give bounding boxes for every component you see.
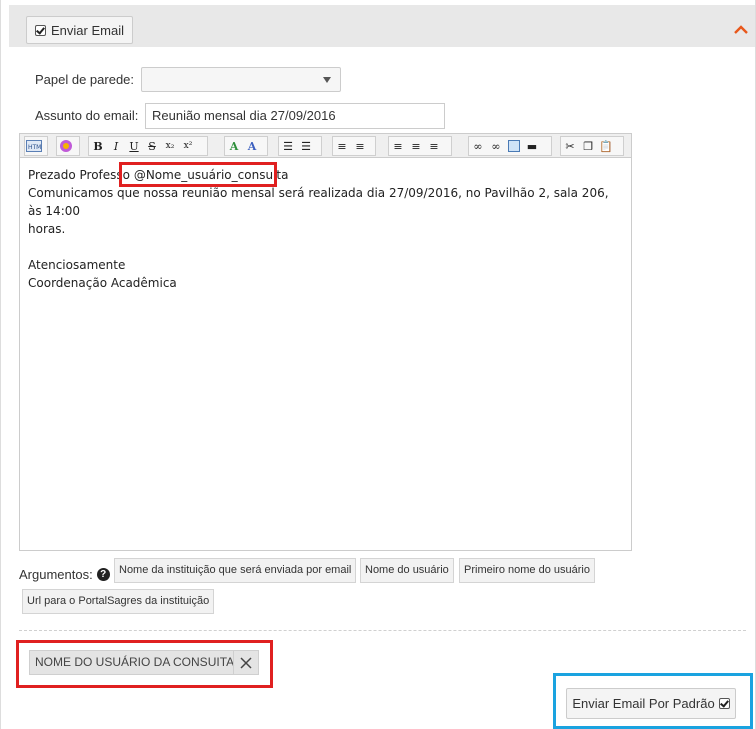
send-email-toggle[interactable]: Enviar Email [26, 16, 133, 44]
subscript-icon[interactable]: x₂ [161, 137, 179, 155]
chevron-up-icon[interactable] [733, 22, 749, 38]
salutation-text: Prezado Professo [28, 168, 130, 182]
editor-line-5: Coordenação Acadêmica [28, 276, 177, 290]
editor-line-3: horas. [28, 222, 66, 236]
toolbar-group-lists: ☰ ☰ [278, 136, 322, 156]
panel-header: Enviar Email [9, 5, 755, 47]
toolbar-group-font-color: A A [224, 136, 268, 156]
bold-icon[interactable]: B [89, 137, 107, 155]
editor-toolbar: HTML B I U S x₂ x² A A ☰ ☰ ≡ ≡ ≡ ≡ ≡ ∞ ∞… [19, 133, 632, 157]
unlink-icon[interactable]: ∞ [487, 137, 505, 155]
toolbar-group-indent: ≡ ≡ [332, 136, 376, 156]
indent-icon[interactable]: ≡ [351, 137, 369, 155]
italic-icon[interactable]: I [107, 137, 125, 155]
color-wheel-icon[interactable] [57, 137, 75, 155]
argument-chip-portal-url[interactable]: Url para o PortalSagres da instituição [22, 589, 215, 614]
subject-label: Assunto do email: [35, 108, 139, 123]
variable-highlight-box [119, 162, 277, 187]
argument-chip-institution-name[interactable]: Nome da instituição que será enviada por… [114, 558, 357, 583]
paste-icon[interactable]: 📋 [597, 137, 615, 155]
send-email-default-button[interactable]: Enviar Email Por Padrão [566, 688, 736, 719]
close-icon[interactable] [233, 651, 258, 674]
highlight-icon[interactable]: A [243, 137, 261, 155]
outdent-icon[interactable]: ≡ [333, 137, 351, 155]
editor-line-2: Comunicamos que nossa reunião mensal ser… [28, 186, 609, 218]
align-center-icon[interactable]: ≡ [407, 137, 425, 155]
editor-line-4: Atenciosamente [28, 258, 126, 272]
editor-blank-line [28, 238, 623, 256]
subject-input[interactable]: Reunião mensal dia 27/09/2016 [145, 103, 445, 129]
image-icon[interactable] [505, 137, 523, 155]
html-icon[interactable]: HTML [25, 137, 43, 155]
align-left-icon[interactable]: ≡ [389, 137, 407, 155]
copy-icon[interactable]: ❐ [579, 137, 597, 155]
toolbar-group-insert: ∞ ∞ ▬ [468, 136, 552, 156]
argument-chip-user-name[interactable]: Nome do usuário [360, 558, 454, 583]
align-right-icon[interactable]: ≡ [425, 137, 443, 155]
toolbar-group-format: B I U S x₂ x² [88, 136, 208, 156]
section-divider [19, 630, 746, 631]
font-color-icon[interactable]: A [225, 137, 243, 155]
question-circle-icon[interactable]: ? [96, 568, 110, 581]
toolbar-group-color [56, 136, 80, 156]
selected-tag: NOME DO USUÁRIO DA CONSUITA [29, 650, 259, 675]
argument-chip-first-name[interactable]: Primeiro nome do usuário [459, 558, 595, 583]
toolbar-group-align: ≡ ≡ ≡ [388, 136, 452, 156]
toolbar-group-clipboard: ✂ ❐ 📋 [560, 136, 624, 156]
editor-line-1: Prezado Professo @Nome_usuário_consulta [28, 166, 623, 184]
arguments-label: Argumentos: ? [19, 567, 110, 582]
send-email-default-label: Enviar Email Por Padrão [572, 696, 715, 711]
checkbox-icon[interactable] [718, 698, 730, 709]
link-icon[interactable]: ∞ [469, 137, 487, 155]
send-email-label: Enviar Email [51, 22, 124, 38]
strikethrough-icon[interactable]: S [143, 137, 161, 155]
wallpaper-label: Papel de parede: [35, 72, 135, 87]
underline-icon[interactable]: U [125, 137, 143, 155]
unordered-list-icon[interactable]: ☰ [297, 137, 315, 155]
cut-icon[interactable]: ✂ [561, 137, 579, 155]
toolbar-group-source: HTML [24, 136, 48, 156]
horizontal-rule-icon[interactable]: ▬ [523, 137, 541, 155]
checkbox-icon[interactable] [35, 24, 46, 36]
email-body-editor[interactable]: Prezado Professo @Nome_usuário_consulta … [19, 157, 632, 551]
selected-tag-label: NOME DO USUÁRIO DA CONSUITA [35, 655, 235, 669]
arguments-label-text: Argumentos: [19, 567, 93, 582]
dropdown-arrow-icon [323, 77, 331, 83]
svg-text:HTML: HTML [28, 144, 42, 151]
superscript-icon[interactable]: x² [179, 137, 197, 155]
ordered-list-icon[interactable]: ☰ [279, 137, 297, 155]
wallpaper-select[interactable] [141, 67, 341, 92]
